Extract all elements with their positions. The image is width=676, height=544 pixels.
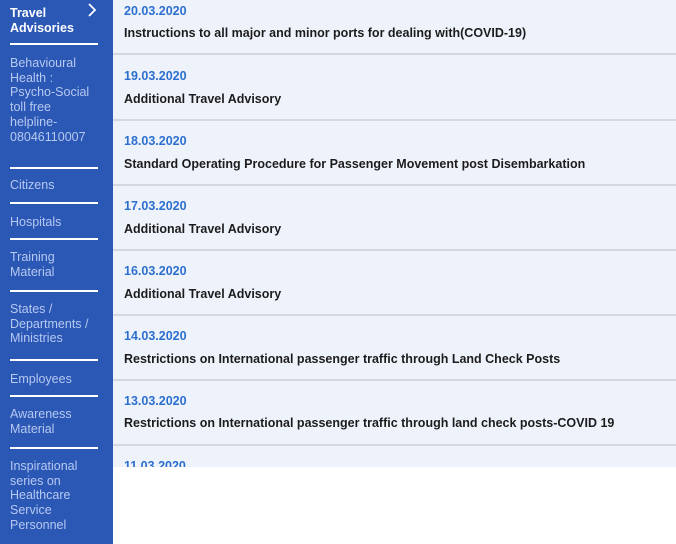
chevron-right-icon: [88, 3, 97, 17]
advisory-link[interactable]: Additional Travel Advisory: [124, 222, 281, 236]
row-divider: [113, 379, 676, 381]
row-divider: [113, 249, 676, 251]
advisory-link[interactable]: Standard Operating Procedure for Passeng…: [124, 157, 585, 171]
sidebar-item-label: Advisories: [10, 20, 74, 35]
sidebar-nav: Travel Advisories Behavioural Health : P…: [0, 0, 113, 544]
sidebar-divider: [10, 238, 98, 240]
sidebar-item-hospitals[interactable]: Hospitals: [10, 215, 98, 230]
row-divider: [113, 444, 676, 446]
advisory-date: 16.03.2020: [124, 264, 187, 278]
advisory-link[interactable]: Additional Travel Advisory: [124, 287, 281, 301]
sidebar-divider: [10, 202, 98, 204]
advisory-date: 20.03.2020: [124, 4, 187, 18]
sidebar-item-behavioural-health[interactable]: Behavioural Health : Psycho-Social toll …: [10, 56, 98, 144]
advisory-date: 13.03.2020: [124, 394, 187, 408]
advisories-list: 20.03.2020 Instructions to all major and…: [113, 0, 676, 467]
sidebar-item-label: Travel: [10, 6, 47, 20]
sidebar-divider: [10, 359, 98, 361]
row-divider: [113, 53, 676, 55]
sidebar-item-states-departments-ministries[interactable]: States / Departments / Ministries: [10, 302, 98, 346]
sidebar-divider: [10, 447, 98, 449]
advisory-link[interactable]: Instructions to all major and minor port…: [124, 26, 526, 40]
advisory-date: 14.03.2020: [124, 329, 187, 343]
sidebar-item-travel-advisories[interactable]: Travel Advisories: [10, 6, 98, 35]
row-divider: [113, 184, 676, 186]
sidebar-item-training-material[interactable]: Training Material: [10, 250, 98, 279]
sidebar-divider: [10, 290, 98, 292]
sidebar-item-inspirational-series[interactable]: Inspirational series on Healthcare Servi…: [10, 459, 98, 533]
advisory-link[interactable]: Restrictions on International passenger …: [124, 416, 614, 430]
advisories-panel: 20.03.2020 Instructions to all major and…: [113, 0, 676, 544]
advisory-link[interactable]: Restrictions on International passenger …: [124, 352, 560, 366]
advisory-date: 17.03.2020: [124, 199, 187, 213]
sidebar-divider: [10, 395, 98, 397]
advisory-date: 11.03.2020: [124, 459, 186, 467]
sidebar-divider: [10, 167, 98, 169]
sidebar-item-citizens[interactable]: Citizens: [10, 178, 98, 193]
sidebar-divider: [10, 43, 98, 45]
advisory-date: 18.03.2020: [124, 134, 187, 148]
sidebar-item-awareness-material[interactable]: Awareness Material: [10, 407, 98, 436]
row-divider: [113, 119, 676, 121]
row-divider: [113, 314, 676, 316]
advisory-date: 19.03.2020: [124, 69, 187, 83]
advisory-link[interactable]: Additional Travel Advisory: [124, 92, 281, 106]
sidebar-item-employees[interactable]: Employees: [10, 372, 98, 387]
